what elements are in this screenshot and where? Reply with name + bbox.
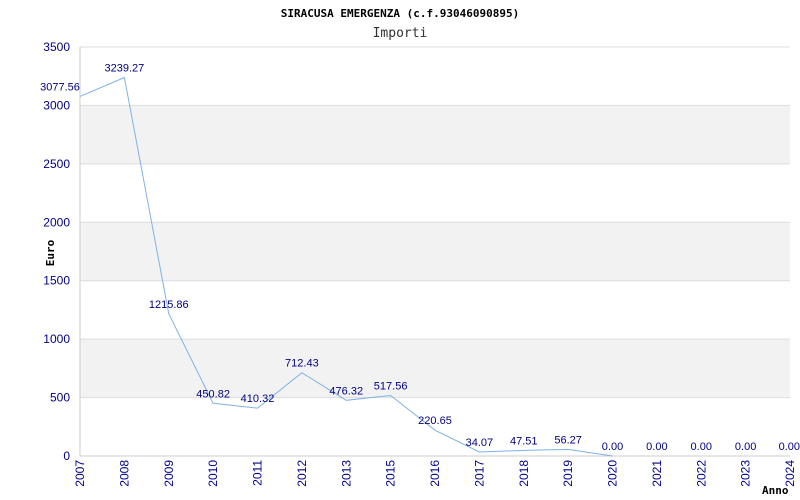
- y-tick-label: 2500: [43, 157, 70, 171]
- x-tick-label: 2009: [162, 460, 176, 487]
- data-label: 450.82: [196, 388, 230, 400]
- data-label: 712.43: [285, 358, 319, 370]
- x-tick-label: 2017: [472, 460, 486, 487]
- y-tick-label: 2000: [43, 215, 70, 229]
- x-tick-label: 2023: [739, 460, 753, 487]
- x-tick-label: 2016: [428, 460, 442, 487]
- data-label: 0.00: [646, 441, 667, 453]
- data-label: 1215.86: [149, 299, 189, 311]
- grid-band: [80, 339, 790, 398]
- data-label: 476.32: [329, 385, 363, 397]
- x-tick-label: 2022: [694, 460, 708, 487]
- x-tick-label: 2024: [783, 460, 797, 487]
- x-axis-label: Anno: [762, 484, 789, 497]
- x-tick-label: 2011: [251, 460, 265, 486]
- y-tick-label: 3500: [43, 40, 70, 54]
- y-tick-label: 1500: [43, 274, 70, 288]
- y-tick-label: 3000: [43, 98, 70, 112]
- x-tick-label: 2021: [650, 460, 664, 487]
- data-label: 0.00: [602, 441, 623, 453]
- x-tick-label: 2007: [73, 460, 87, 487]
- data-label: 0.00: [691, 441, 712, 453]
- data-label: 3077.56: [40, 81, 80, 93]
- x-tick-label: 2013: [339, 460, 353, 487]
- y-axis-label: Euro: [44, 239, 57, 266]
- x-tick-label: 2010: [206, 460, 220, 487]
- y-tick-label: 0: [63, 449, 70, 463]
- x-tick-label: 2012: [295, 460, 309, 487]
- grid-band: [80, 222, 790, 281]
- data-label: 517.56: [374, 381, 408, 393]
- x-tick-label: 2019: [561, 460, 575, 487]
- data-label: 3239.27: [104, 62, 144, 74]
- data-label: 47.51: [510, 435, 538, 447]
- y-tick-label: 1000: [43, 332, 70, 346]
- data-label: 220.65: [418, 415, 452, 427]
- data-label: 0.00: [779, 441, 800, 453]
- grid-band: [80, 105, 790, 164]
- data-label: 0.00: [735, 441, 756, 453]
- data-label: 410.32: [241, 393, 275, 405]
- y-tick-label: 500: [50, 391, 70, 405]
- x-tick-label: 2020: [606, 460, 620, 487]
- x-tick-label: 2008: [117, 460, 131, 487]
- x-tick-label: 2018: [517, 460, 531, 487]
- data-label: 34.07: [466, 437, 494, 449]
- x-tick-labels: 2007 2008 2009 2010 2011 2012 2013 2015 2016 2017…: [73, 460, 797, 487]
- data-label: 56.27: [554, 434, 582, 446]
- chart-subtitle: Importi: [373, 26, 428, 41]
- x-tick-label: 2015: [384, 460, 398, 487]
- chart-title: SIRACUSA EMERGENZA (c.f.93046090895): [281, 7, 519, 20]
- grid-bands: [80, 105, 790, 398]
- line-chart: SIRACUSA EMERGENZA (c.f.93046090895) Imp…: [40, 7, 800, 497]
